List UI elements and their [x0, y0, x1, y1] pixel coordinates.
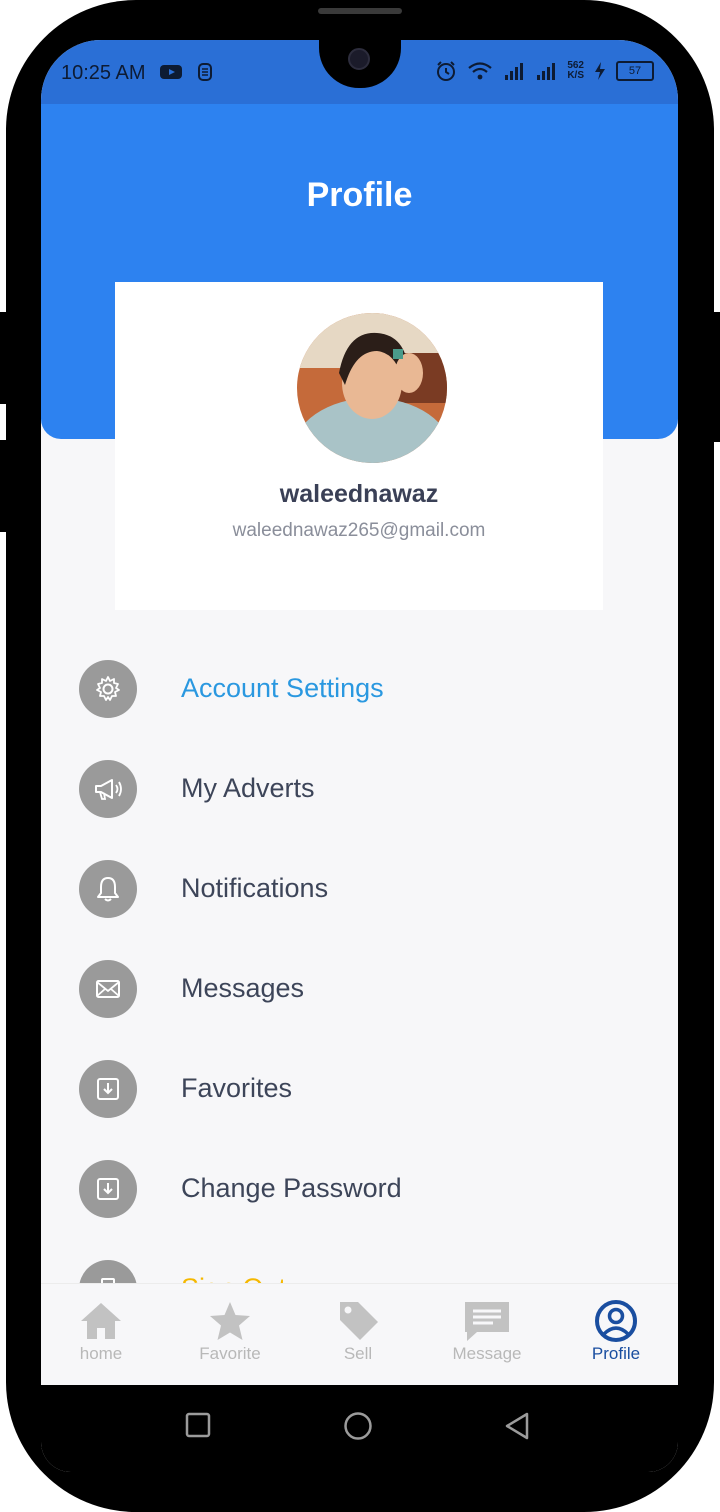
nav-label-home: home: [79, 1344, 123, 1363]
charging-icon: [595, 62, 605, 80]
menu-label-favorites: Favorites: [181, 1073, 293, 1103]
nav-item-profile[interactable]: Profile: [561, 1300, 671, 1364]
download-box-icon: [79, 1060, 137, 1118]
nav-label-profile: Profile: [591, 1344, 641, 1363]
side-button: [0, 312, 8, 404]
back-button[interactable]: [503, 1411, 531, 1441]
nav-item-favorite[interactable]: Favorite: [175, 1300, 285, 1364]
star-icon: [210, 1302, 250, 1340]
menu-item-notifications[interactable]: Notifications: [79, 860, 639, 920]
s-app-icon: [198, 63, 212, 81]
alarm-icon: [437, 61, 456, 81]
recents-button[interactable]: [184, 1411, 212, 1439]
nav-label-sell: Sell: [343, 1344, 373, 1363]
side-button: [712, 312, 720, 442]
system-nav-bar: [41, 1385, 678, 1472]
menu-item-my-adverts[interactable]: My Adverts: [79, 760, 639, 820]
wifi-icon: [468, 62, 493, 80]
profile-name: waleednawaz: [279, 480, 439, 508]
menu-label-notifications: Notifications: [181, 873, 329, 903]
nav-label-message: Message: [452, 1344, 522, 1363]
profile-email: waleednawaz265@gmail.com: [232, 520, 486, 541]
nav-item-message[interactable]: Message: [432, 1300, 542, 1364]
gear-icon: [79, 660, 137, 718]
menu-label-account-settings: Account Settings: [181, 673, 384, 703]
avatar[interactable]: [297, 313, 447, 463]
envelope-icon: [79, 960, 137, 1018]
nav-item-sell[interactable]: Sell: [303, 1300, 413, 1364]
signal-icon: [505, 63, 524, 80]
bottom-nav: home Favorite Sell Message Profile: [41, 1283, 678, 1386]
nav-item-home[interactable]: home: [46, 1300, 156, 1364]
menu-item-account-settings[interactable]: Account Settings: [79, 660, 639, 720]
home-button[interactable]: [343, 1411, 373, 1441]
signal-icon: [537, 63, 556, 80]
message-icon: [465, 1302, 509, 1341]
battery-icon: 57: [616, 61, 654, 81]
page-title: Profile: [306, 176, 413, 214]
user-circle-icon: [595, 1300, 637, 1342]
speaker-grille: [318, 8, 402, 14]
home-icon: [81, 1303, 121, 1339]
status-time: 10:25 AM: [61, 62, 146, 84]
tag-icon: [340, 1302, 378, 1340]
menu-label-my-adverts: My Adverts: [181, 773, 315, 803]
menu-label-change-password: Change Password: [181, 1173, 402, 1203]
download-box-icon: [79, 1160, 137, 1218]
youtube-icon: [160, 65, 182, 79]
profile-card: waleednawaz waleednawaz265@gmail.com: [115, 282, 603, 610]
menu-item-favorites[interactable]: Favorites: [79, 1060, 639, 1120]
bell-icon: [79, 860, 137, 918]
menu-item-change-password[interactable]: Change Password: [79, 1160, 639, 1220]
menu-label-messages: Messages: [181, 973, 305, 1003]
side-button: [0, 440, 8, 532]
front-camera: [348, 48, 370, 70]
network-speed: 562 K/S: [567, 60, 584, 81]
menu-item-messages[interactable]: Messages: [79, 960, 639, 1020]
nav-label-favorite: Favorite: [199, 1344, 261, 1363]
megaphone-icon: [79, 760, 137, 818]
screen: 10:25 AM 562 K/S 57 Profile waleednawaz …: [41, 40, 678, 1472]
